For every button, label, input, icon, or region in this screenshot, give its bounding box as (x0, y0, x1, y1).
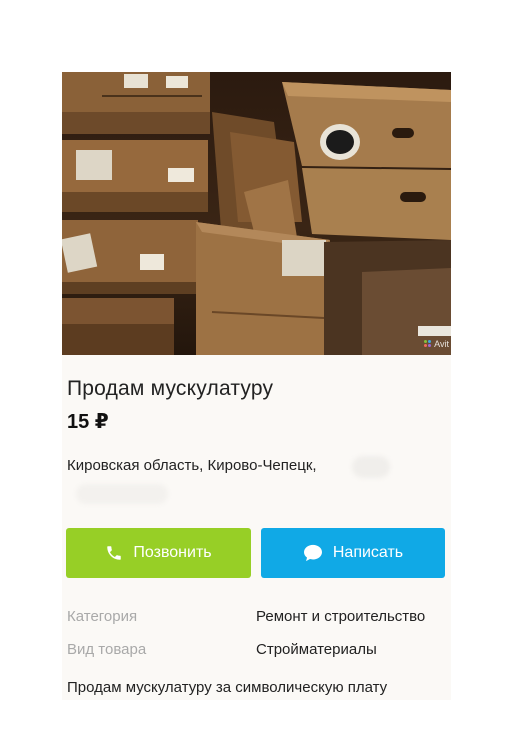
detail-label: Категория (67, 608, 138, 625)
listing-price: 15 ₽ (67, 411, 109, 433)
write-button-label: Написать (332, 544, 404, 561)
avito-logo-icon (424, 340, 432, 348)
cardboard-boxes-image (62, 72, 451, 355)
phone-icon (105, 544, 123, 562)
detail-label: Вид товара (67, 641, 147, 658)
listing-photo[interactable]: Avit (62, 72, 451, 355)
blurred-address-line (76, 484, 168, 504)
detail-value: Стройматериалы (256, 641, 377, 658)
watermark-text: Avit (434, 339, 449, 349)
listing-card: Avit Продам мускулатуру 15 ₽ Кировская о… (62, 72, 451, 700)
detail-value: Ремонт и строительство (256, 608, 426, 625)
listing-description: Продам мускулатуру за символическую плат… (67, 679, 388, 696)
photo-watermark: Avit (424, 339, 449, 349)
chat-bubble-icon (303, 544, 323, 562)
listing-title: Продам мускулатуру (67, 377, 274, 400)
call-button[interactable]: Позвонить (66, 528, 251, 578)
write-button[interactable]: Написать (261, 528, 445, 578)
call-button-label: Позвонить (133, 544, 212, 561)
blurred-address (352, 456, 390, 478)
listing-location: Кировская область, Кирово-Чепецк, (67, 457, 317, 474)
